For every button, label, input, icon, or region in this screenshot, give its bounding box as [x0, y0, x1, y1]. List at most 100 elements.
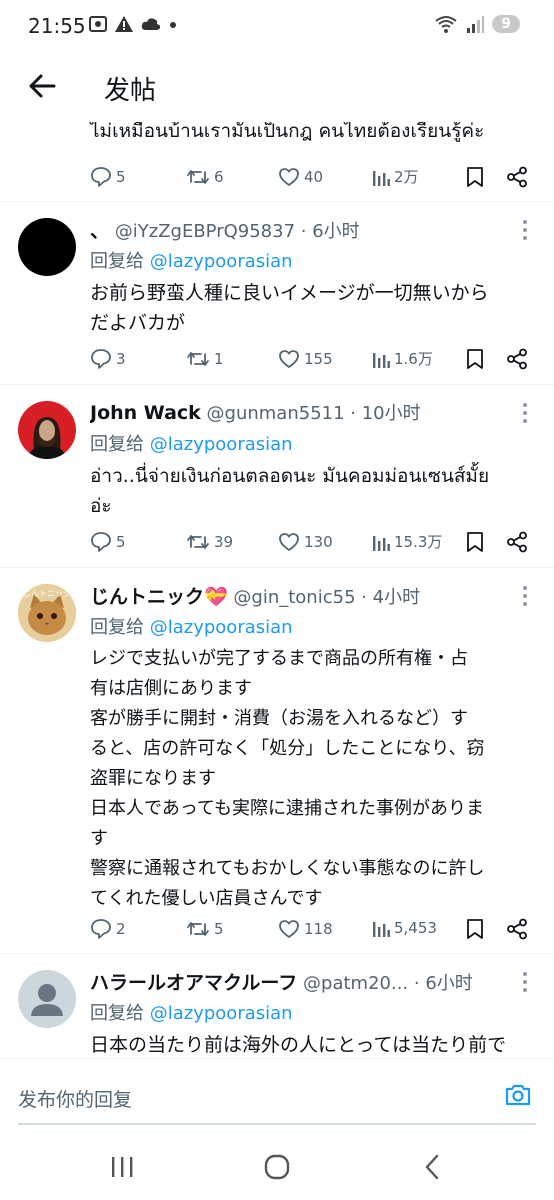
share-button[interactable] — [506, 348, 528, 370]
reply-mention-link[interactable]: @lazypoorasian — [150, 1003, 293, 1024]
retweet-button[interactable]: 1 — [186, 348, 224, 370]
bar-chart-icon — [373, 922, 390, 937]
speech-bubble-icon — [91, 919, 111, 939]
reply-input[interactable]: 发布你的回复 — [18, 1085, 132, 1112]
tweet[interactable]: じんトニック じんトニック💝 @gin_tonic55 · 4小时 回复给 @l… — [0, 568, 554, 954]
author-handle[interactable]: @gunman5511 · 10小时 — [207, 403, 421, 424]
reply-prefix: 回复给 — [90, 251, 144, 272]
retweet-count: 5 — [214, 920, 224, 938]
views-button[interactable]: 1.6万 — [372, 348, 433, 369]
retweet-count: 39 — [214, 533, 234, 551]
views-count: 2万 — [394, 168, 419, 186]
tweet[interactable]: ไม่เหมือนบ้านเรามันเป็นกฎ คนไทยต้องเรียน… — [0, 122, 554, 202]
nav-back-button[interactable] — [412, 1152, 452, 1182]
more-options-button[interactable] — [518, 220, 532, 240]
reply-button[interactable]: 3 — [90, 348, 126, 370]
tweet[interactable]: 、 @iYzZgEBPrQ95837 · 6小时 回复给 @lazypooras… — [0, 202, 554, 385]
views-button[interactable]: 2万 — [372, 166, 419, 187]
reply-mention-link[interactable]: @lazypoorasian — [150, 617, 293, 638]
bar-chart-icon — [373, 535, 390, 551]
views-count: 5,453 — [394, 919, 437, 937]
bookmark-icon — [467, 919, 483, 939]
avatar-label: じんトニック — [23, 589, 71, 598]
avatar[interactable] — [18, 401, 76, 459]
reply-button[interactable]: 2 — [90, 918, 126, 940]
bookmark-button[interactable] — [466, 531, 484, 553]
bookmark-button[interactable] — [466, 166, 484, 188]
reply-mention-link[interactable]: @lazypoorasian — [150, 434, 293, 455]
retweet-button[interactable]: 39 — [186, 531, 233, 553]
like-count: 130 — [304, 533, 333, 551]
reply-mention-link[interactable]: @lazypoorasian — [150, 251, 293, 272]
author-name[interactable]: John Wack — [90, 402, 201, 424]
tweet-actions: 2 5 118 5,453 — [90, 918, 534, 942]
bookmark-button[interactable] — [466, 918, 484, 940]
tweet-header: ハラールオアマクルーフ @patm20... · 6小时 — [90, 968, 504, 995]
retweet-icon — [187, 922, 209, 936]
like-button[interactable]: 130 — [278, 531, 333, 553]
heart-icon — [279, 168, 299, 186]
more-options-button[interactable] — [518, 403, 532, 423]
heart-icon — [279, 920, 299, 938]
reply-feed[interactable]: ไม่เหมือนบ้านเรามันเป็นกฎ คนไทยต้องเรียน… — [0, 122, 554, 1058]
share-button[interactable] — [506, 918, 528, 940]
tweet[interactable]: John Wack @gunman5511 · 10小时 回复给 @lazypo… — [0, 385, 554, 568]
more-options-button[interactable] — [518, 586, 532, 606]
tweet-actions: 5 39 130 15.3万 — [90, 531, 534, 555]
status-icons-right: 9 — [434, 14, 520, 34]
tweet[interactable]: ハラールオアマクルーフ @patm20... · 6小时 回复给 @lazypo… — [0, 954, 554, 1058]
page-title: 发帖 — [104, 76, 157, 106]
dot-icon — [170, 22, 176, 28]
camera-button[interactable] — [504, 1081, 532, 1109]
battery-indicator: 9 — [492, 15, 520, 33]
home-circle-icon — [264, 1154, 290, 1180]
nav-home-button[interactable] — [257, 1152, 297, 1182]
bar-chart-icon — [373, 170, 390, 186]
system-navigation-bar — [0, 1130, 554, 1200]
header: 发帖 — [0, 52, 554, 122]
reply-button[interactable]: 5 — [90, 166, 126, 188]
reply-button[interactable]: 5 — [90, 531, 126, 553]
more-options-button[interactable] — [518, 972, 532, 992]
author-name[interactable]: ハラールオアマクルーフ — [90, 972, 297, 994]
nav-recents-button[interactable] — [102, 1152, 142, 1182]
retweet-icon — [187, 170, 209, 184]
views-button[interactable]: 5,453 — [372, 918, 437, 938]
reply-prefix: 回复给 — [90, 434, 144, 455]
author-name[interactable]: 、 — [90, 220, 109, 242]
avatar[interactable] — [18, 970, 76, 1028]
retweet-count: 6 — [214, 168, 224, 186]
share-button[interactable] — [506, 166, 528, 188]
share-icon — [507, 348, 527, 370]
reply-context: 回复给 @lazypoorasian — [90, 999, 293, 1025]
bookmark-button[interactable] — [466, 348, 484, 370]
like-button[interactable]: 118 — [278, 918, 333, 940]
default-avatar-icon — [31, 984, 63, 1016]
share-button[interactable] — [506, 531, 528, 553]
avatar[interactable] — [18, 218, 76, 276]
reply-prefix: 回复给 — [90, 1003, 144, 1024]
like-button[interactable]: 155 — [278, 348, 333, 370]
reply-composer: 发布你的回复 — [0, 1058, 554, 1126]
like-button[interactable]: 40 — [278, 166, 323, 188]
author-handle[interactable]: @gin_tonic55 · 4小时 — [233, 587, 420, 608]
tweet-text: お前ら野蛮人種に良いイメージが一切無いから だよバカが — [90, 282, 489, 334]
author-handle[interactable]: @iYzZgEBPrQ95837 · 6小时 — [115, 221, 360, 242]
author-name[interactable]: じんトニック💝 — [90, 586, 228, 608]
tweet-text: レジで支払いが完了するまで商品の所有権・占 有は店側にあります 客が勝手に開封・… — [90, 648, 485, 909]
tweet-header: John Wack @gunman5511 · 10小时 — [90, 399, 504, 425]
cat-avatar-icon: じんトニック — [18, 584, 76, 642]
views-button[interactable]: 15.3万 — [372, 531, 442, 552]
tweet-header: じんトニック💝 @gin_tonic55 · 4小时 — [90, 582, 504, 609]
status-bar: 21:55 9 — [0, 0, 554, 52]
author-handle[interactable]: @patm20... · 6小时 — [303, 973, 473, 994]
status-time: 21:55 — [28, 14, 86, 38]
retweet-button[interactable]: 6 — [186, 166, 224, 188]
retweet-button[interactable]: 5 — [186, 918, 224, 940]
reply-count: 5 — [116, 168, 126, 186]
back-button[interactable] — [22, 66, 62, 106]
avatar[interactable]: じんトニック — [18, 584, 76, 642]
cloud-icon — [141, 18, 161, 30]
bookmark-icon — [467, 167, 483, 187]
tweet-text: 日本の当たり前は海外の人にとっては当たり前で — [90, 1034, 507, 1056]
